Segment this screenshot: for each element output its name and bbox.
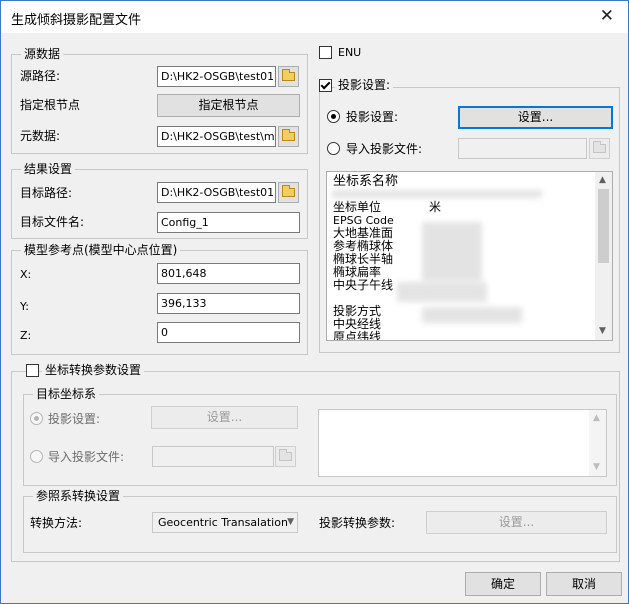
target-path-field[interactable]: D:\HK2-OSGB\test01 [157,182,276,203]
y-label: Y: [20,300,29,313]
cancel-button[interactable]: 取消 [546,572,622,596]
blurred-region [397,282,487,302]
target-file-field[interactable]: Config_1 [157,212,300,233]
folder-open-icon [593,141,606,153]
list-item: 坐标系名称 [333,174,399,189]
x-field[interactable]: 801,648 [157,263,300,284]
projection-import-browse-button[interactable] [589,138,610,159]
target-path-label: 目标路径: [20,186,73,200]
list-item: 中央子午线 [333,278,394,292]
target-projection-import-browse-button[interactable] [275,446,296,467]
z-field[interactable]: 0 [157,322,300,343]
projection-setting-radio-label: 投影设置: [346,110,399,124]
source-path-field[interactable]: D:\HK2-OSGB\test01 [157,66,276,87]
source-data-legend: 源数据 [21,47,64,61]
projection-import-field[interactable] [458,138,587,159]
x-label: X: [20,268,32,281]
projection-info-list[interactable]: 坐标系名称 坐标单位 米 EPSG Code 大地基准面 参考椭球体 椭球长半轴… [326,171,613,341]
metadata-label: 元数据: [20,129,61,143]
folder-open-icon [282,129,295,141]
ok-button[interactable]: 确定 [465,572,541,596]
list-item: 大地基准面 [333,226,394,240]
folder-open-icon [282,185,295,197]
target-projection-setting-radio[interactable] [30,412,43,425]
result-settings-legend: 结果设置 [21,162,76,176]
projection-setting-radio[interactable] [327,110,340,123]
projection-import-radio[interactable] [327,142,340,155]
target-list-scrollbar[interactable]: ▲ ▼ [589,410,606,476]
list-item: 米 [429,200,442,214]
root-node-button[interactable]: 指定根节点 [157,94,300,117]
target-projection-import-radio[interactable] [30,450,43,463]
folder-open-icon [279,449,292,461]
model-ref-point-legend: 模型参考点(模型中心点位置) [21,243,181,257]
root-node-label: 指定根节点 [20,98,81,112]
source-path-browse-button[interactable] [278,66,299,87]
transform-method-value: Geocentric Transalation [158,516,288,529]
target-crs-legend: 目标坐标系 [33,387,100,401]
target-file-label: 目标文件名: [20,215,85,229]
list-item: 椭球长半轴 [333,252,394,266]
list-item: 中央经线 [333,317,382,331]
blurred-region [332,190,542,198]
z-label: Z: [20,329,32,342]
folder-open-icon [282,69,295,81]
transform-params-button[interactable]: 设置... [426,511,607,534]
transform-params-label: 投影转换参数: [319,516,396,530]
transform-method-label: 转换方法: [30,516,83,530]
projection-checkbox[interactable] [319,79,332,92]
blurred-region [422,222,482,282]
dialog-window: 生成倾斜摄影配置文件 ✕ 源数据 源路径: D:\HK2-OSGB\test01… [0,0,629,604]
enu-checkbox[interactable] [319,46,332,59]
target-crs-info-list[interactable]: ▲ ▼ [318,409,607,477]
chevron-up-icon[interactable]: ▲ [593,413,600,423]
list-item: 原点纬线 [333,330,382,341]
target-projection-import-label: 导入投影文件: [48,450,125,464]
chevron-up-icon[interactable]: ▲ [599,175,606,185]
coord-transform-checkbox[interactable] [26,364,39,377]
scroll-thumb[interactable] [598,189,609,263]
blurred-region [422,307,522,323]
enu-label: ENU [338,46,362,59]
metadata-browse-button[interactable] [278,126,299,147]
list-item: 坐标单位 [333,200,382,214]
list-item: 投影方式 [333,304,382,318]
title-bar: 生成倾斜摄影配置文件 ✕ [1,1,628,33]
list-item: 参考椭球体 [333,239,394,253]
chevron-down-icon[interactable]: ▼ [593,462,600,472]
target-projection-setting-button[interactable]: 设置... [151,406,298,429]
target-projection-setting-label: 投影设置: [48,412,101,426]
dialog-title: 生成倾斜摄影配置文件 [11,13,142,28]
chevron-down-icon: ▼ [287,517,294,527]
close-icon[interactable]: ✕ [600,6,614,26]
chevron-down-icon[interactable]: ▼ [599,326,606,336]
target-path-browse-button[interactable] [278,182,299,203]
projection-checkbox-label: 投影设置: [335,78,394,92]
transform-method-select[interactable]: Geocentric Transalation ▼ [152,512,298,533]
coord-transform-label: 坐标转换参数设置 [42,363,145,377]
y-field[interactable]: 396,133 [157,293,300,314]
projection-import-radio-label: 导入投影文件: [346,142,423,156]
list-scrollbar[interactable]: ▲ ▼ [595,172,612,340]
ref-transform-legend: 参照系转换设置 [33,489,124,503]
list-item: 椭球扁率 [333,265,382,279]
target-projection-import-field[interactable] [152,446,274,467]
projection-setting-button[interactable]: 设置... [458,106,613,129]
metadata-field[interactable]: D:\HK2-OSGB\test\metadata.xml [157,126,276,147]
source-path-label: 源路径: [20,69,61,83]
